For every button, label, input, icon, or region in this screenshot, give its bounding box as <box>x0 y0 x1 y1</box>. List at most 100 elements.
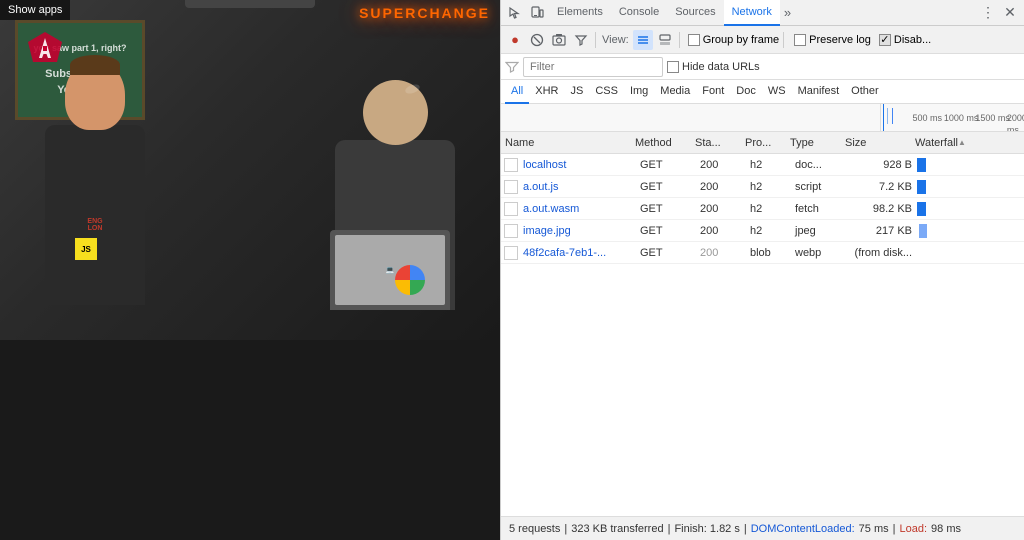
status-requests: 5 requests <box>509 523 560 535</box>
table-row[interactable]: 48f2cafa-7eb1-... GET 200 blob webp (fro… <box>501 242 1024 264</box>
cell-status-4: 200 <box>696 247 746 259</box>
type-tab-img[interactable]: Img <box>624 80 654 104</box>
filter-row-icon <box>505 60 519 74</box>
cell-status-2: 200 <box>696 203 746 215</box>
cell-status-1: 200 <box>696 181 746 193</box>
js-badge: JS <box>75 238 97 260</box>
table-row[interactable]: a.out.wasm GET 200 h2 fetch 98.2 KB <box>501 198 1024 220</box>
toolbar-sep-1 <box>595 32 596 48</box>
tab-console[interactable]: Console <box>611 0 667 26</box>
col-header-name: Name <box>501 137 631 149</box>
cell-type-2: fetch <box>791 203 846 215</box>
cell-protocol-4: blob <box>746 247 791 259</box>
person-left-body: ENGLON <box>45 125 145 305</box>
row-checkbox-4[interactable] <box>504 246 518 260</box>
preserve-log-checkbox[interactable] <box>794 34 806 46</box>
type-tab-all[interactable]: All <box>505 80 529 104</box>
status-transferred: 323 KB transferred <box>571 523 663 535</box>
table-row[interactable]: image.jpg GET 200 h2 jpeg 217 KB <box>501 220 1024 242</box>
row-checkbox-0[interactable] <box>504 158 518 172</box>
cell-method-0: GET <box>636 159 696 171</box>
type-tab-ws[interactable]: WS <box>762 80 792 104</box>
type-tab-js[interactable]: JS <box>564 80 589 104</box>
record-button[interactable]: ● <box>505 30 525 50</box>
status-finish: Finish: 1.82 s <box>674 523 739 535</box>
type-tab-manifest[interactable]: Manifest <box>792 80 846 104</box>
table-row[interactable]: localhost GET 200 h2 doc... 928 B <box>501 154 1024 176</box>
show-apps-bar[interactable]: Show apps <box>0 0 70 20</box>
cursor-icon[interactable] <box>505 3 525 23</box>
type-tab-font[interactable]: Font <box>696 80 730 104</box>
filter-input[interactable] <box>523 57 663 77</box>
status-dom-content-loaded-value: 75 ms <box>859 523 889 535</box>
summary-view-button[interactable] <box>655 30 675 50</box>
disable-cache-checkbox[interactable]: ✓ <box>879 34 891 46</box>
tab-elements[interactable]: Elements <box>549 0 611 26</box>
timeline-mark-2000: 2000 ms <box>1007 112 1024 131</box>
timeline-mark-1000: 1000 ms <box>944 112 979 124</box>
device-icon[interactable] <box>527 3 547 23</box>
status-load-label[interactable]: Load: <box>900 523 928 535</box>
preserve-log: Preserve log <box>794 34 871 46</box>
cell-type-3: jpeg <box>791 225 846 237</box>
type-filter-bar: All XHR JS CSS Img Media Font Doc WS Man… <box>501 80 1024 104</box>
status-sep-3: | <box>744 523 747 535</box>
laptop: 💻 <box>330 230 450 310</box>
cell-size-1: 7.2 KB <box>846 181 916 193</box>
type-tab-doc[interactable]: Doc <box>730 80 762 104</box>
status-sep-4: | <box>893 523 896 535</box>
cell-type-4: webp <box>791 247 846 259</box>
type-tab-xhr[interactable]: XHR <box>529 80 564 104</box>
row-checkbox-1[interactable] <box>504 180 518 194</box>
disable-cache: ✓ Disab... <box>879 34 931 46</box>
timeline-mark-1500: 1500 ms <box>975 112 1010 124</box>
laptop-screen: 💻 <box>335 235 445 305</box>
type-tab-media[interactable]: Media <box>654 80 696 104</box>
clear-button[interactable] <box>527 30 547 50</box>
screenshot-button[interactable] <box>549 30 569 50</box>
col-header-size: Size <box>841 137 911 149</box>
tab-sources[interactable]: Sources <box>667 0 723 26</box>
laptop-base <box>185 0 315 8</box>
disable-cache-label: Disab... <box>894 34 931 46</box>
cell-name-1: a.out.js <box>521 181 636 193</box>
cell-status-0: 200 <box>696 159 746 171</box>
table-row[interactable]: a.out.js GET 200 h2 script 7.2 KB <box>501 176 1024 198</box>
row-checkbox-3[interactable] <box>504 224 518 238</box>
cell-protocol-1: h2 <box>746 181 791 193</box>
table-header: Name Method Sta... Pro... Type Size Wate… <box>501 132 1024 154</box>
preserve-log-label: Preserve log <box>809 34 871 46</box>
cell-method-4: GET <box>636 247 696 259</box>
hide-data-urls-checkbox[interactable] <box>667 61 679 73</box>
video-bottom <box>0 340 500 540</box>
timeline-mark-500: 500 ms <box>912 112 942 124</box>
group-by-frame-checkbox[interactable] <box>688 34 700 46</box>
devtools-panel: Elements Console Sources Network » ⋮ ✕ ● <box>500 0 1024 540</box>
person-left-head <box>65 60 125 130</box>
devtools-more-button[interactable]: ⋮ <box>978 3 998 23</box>
status-dom-content-loaded-label[interactable]: DOMContentLoaded: <box>751 523 855 535</box>
col-header-type: Type <box>786 137 841 149</box>
neon-sign: SUPERCHANGE <box>359 5 490 21</box>
col-header-method: Method <box>631 137 691 149</box>
status-sep-2: | <box>668 523 671 535</box>
filter-button[interactable] <box>571 30 591 50</box>
cell-method-3: GET <box>636 225 696 237</box>
tab-network[interactable]: Network <box>724 0 780 26</box>
timeline-cursor <box>883 104 884 131</box>
cell-name-0: localhost <box>521 159 636 171</box>
devtools-close-button[interactable]: ✕ <box>1000 3 1020 23</box>
cell-name-2: a.out.wasm <box>521 203 636 215</box>
network-toolbar: ● View: <box>501 26 1024 54</box>
cell-waterfall-0 <box>916 154 1024 175</box>
list-view-button[interactable] <box>633 30 653 50</box>
google-sticker <box>395 265 425 295</box>
cell-protocol-2: h2 <box>746 203 791 215</box>
type-tab-other[interactable]: Other <box>845 80 885 104</box>
row-checkbox-2[interactable] <box>504 202 518 216</box>
col-header-protocol: Pro... <box>741 137 786 149</box>
timeline-scale: 500 ms 1000 ms 1500 ms 2000 ms <box>501 104 1024 132</box>
type-tab-css[interactable]: CSS <box>589 80 624 104</box>
cell-name-4: 48f2cafa-7eb1-... <box>521 247 636 259</box>
tab-more[interactable]: » <box>780 5 795 20</box>
